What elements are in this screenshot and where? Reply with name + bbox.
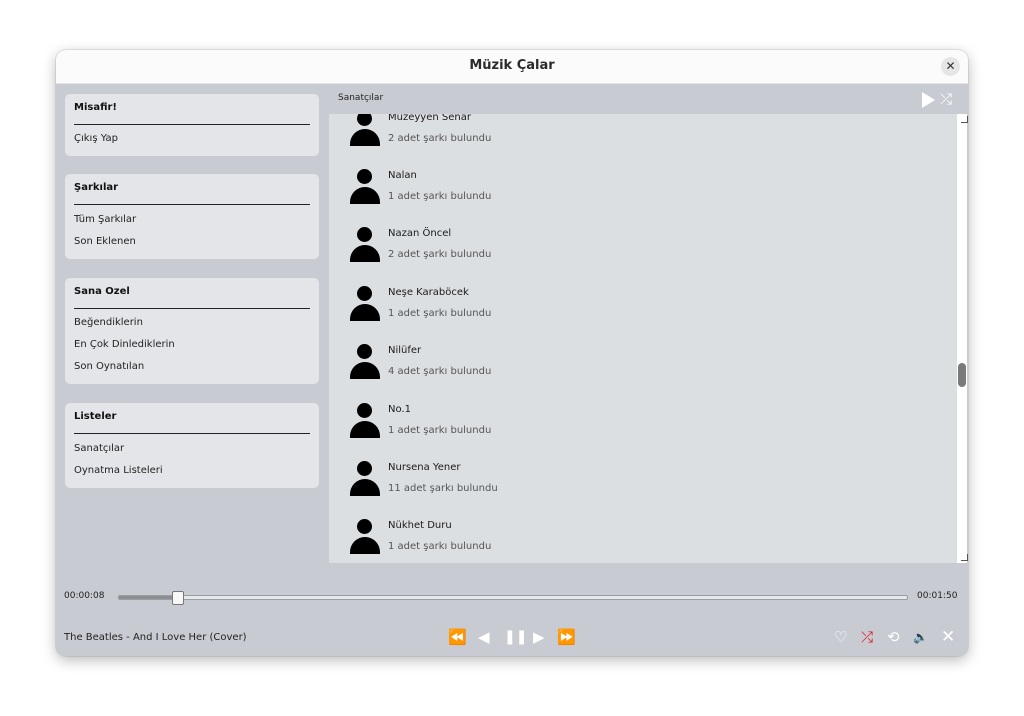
artist-name: Nükhet Duru: [388, 520, 452, 531]
volume-icon[interactable]: 🔈: [913, 628, 928, 646]
sidebar-panel-for-you: Sana Ozel Beğendiklerin En Çok Dinledikl…: [65, 278, 319, 384]
content-title: Sanatçılar: [338, 93, 384, 103]
person-icon: [349, 227, 381, 267]
sidebar-item-logout[interactable]: Çıkış Yap: [74, 133, 118, 144]
person-icon: [349, 114, 381, 151]
sidebar-item-artists[interactable]: Sanatçılar: [74, 443, 124, 454]
panel-title: Şarkılar: [74, 182, 119, 193]
scroll-up-icon: [961, 116, 968, 123]
person-icon: [349, 286, 381, 326]
close-player-icon[interactable]: ✕: [941, 628, 955, 646]
panel-title: Listeler: [74, 411, 117, 422]
artist-song-count: 2 adet şarkı bulundu: [388, 133, 492, 144]
artist-song-count: 1 adet şarkı bulundu: [388, 308, 492, 319]
artist-song-count: 4 adet şarkı bulundu: [388, 366, 492, 377]
fast-forward-icon[interactable]: ⏩: [557, 628, 576, 646]
sidebar-panel-songs: Şarkılar Tüm Şarkılar Son Eklenen: [65, 174, 319, 259]
sidebar-item-liked[interactable]: Beğendiklerin: [74, 317, 143, 328]
person-icon: [349, 169, 381, 209]
list-item[interactable]: Nursena Yener 11 adet şarkı bulundu: [329, 461, 957, 513]
artist-name: Neşe Karaböcek: [388, 287, 469, 298]
list-item[interactable]: Nazan Öncel 2 adet şarkı bulundu: [329, 227, 957, 279]
seek-handle[interactable]: [172, 591, 184, 605]
list-item[interactable]: No.1 1 adet şarkı bulundu: [329, 403, 957, 455]
artist-list[interactable]: Müzeyyen Senar 2 adet şarkı bulundu Nala…: [329, 114, 957, 563]
list-item[interactable]: Nalan 1 adet şarkı bulundu: [329, 169, 957, 221]
panel-title: Misafir!: [74, 102, 117, 113]
sidebar-item-most-played[interactable]: En Çok Dinlediklerin: [74, 339, 175, 350]
artist-name: Müzeyyen Senar: [388, 114, 471, 123]
artist-song-count: 1 adet şarkı bulundu: [388, 191, 492, 202]
rewind-icon[interactable]: ⏪: [448, 628, 467, 646]
sidebar-item-recently-added[interactable]: Son Eklenen: [74, 236, 136, 247]
artist-song-count: 2 adet şarkı bulundu: [388, 249, 492, 260]
list-item[interactable]: Nilüfer 4 adet şarkı bulundu: [329, 344, 957, 396]
seek-slider[interactable]: [118, 591, 908, 605]
pause-icon[interactable]: ❚❚: [504, 628, 527, 646]
scroll-down-icon: [961, 554, 968, 561]
artist-list-scrollbar[interactable]: [957, 114, 968, 563]
sidebar-item-playlists[interactable]: Oynatma Listeleri: [74, 465, 163, 476]
shuffle-icon[interactable]: ⤮: [861, 628, 873, 646]
artist-song-count: 1 adet şarkı bulundu: [388, 541, 492, 552]
list-item[interactable]: Nükhet Duru 1 adet şarkı bulundu: [329, 519, 957, 563]
artist-name: Nalan: [388, 170, 417, 181]
music-player-window: Müzik Çalar ✕ Misafir! Çıkış Yap Şarkıla…: [56, 50, 968, 656]
elapsed-time: 00:00:08: [64, 591, 105, 601]
artist-name: Nazan Öncel: [388, 228, 452, 239]
previous-icon[interactable]: ◀: [478, 628, 490, 646]
window-title: Müzik Çalar: [469, 58, 555, 73]
divider: [74, 204, 310, 205]
play-all-icon[interactable]: [922, 92, 935, 108]
person-icon: [349, 461, 381, 501]
sidebar-item-recently-played[interactable]: Son Oynatılan: [74, 361, 144, 372]
person-icon: [349, 403, 381, 443]
divider: [74, 433, 310, 434]
list-item[interactable]: Neşe Karaböcek 1 adet şarkı bulundu: [329, 286, 957, 338]
titlebar: Müzik Çalar ✕: [56, 50, 968, 84]
artist-name: Nilüfer: [388, 345, 422, 356]
repeat-icon[interactable]: ⟲: [887, 628, 900, 646]
sidebar-panel-user: Misafir! Çıkış Yap: [65, 94, 319, 156]
total-duration: 00:01:50: [917, 591, 958, 601]
sidebar-panel-lists: Listeler Sanatçılar Oynatma Listeleri: [65, 403, 319, 488]
artist-name: No.1: [388, 404, 411, 415]
scrollbar-thumb[interactable]: [958, 363, 966, 387]
sidebar-item-all-songs[interactable]: Tüm Şarkılar: [74, 214, 136, 225]
artist-song-count: 1 adet şarkı bulundu: [388, 425, 492, 436]
divider: [74, 124, 310, 125]
close-window-button[interactable]: ✕: [941, 57, 960, 76]
seek-fill: [119, 596, 177, 599]
shuffle-all-icon[interactable]: ⤮: [940, 90, 952, 108]
divider: [74, 308, 310, 309]
person-icon: [349, 344, 381, 384]
now-playing-title: The Beatles - And I Love Her (Cover): [64, 632, 247, 643]
next-icon[interactable]: ▶: [533, 628, 545, 646]
person-icon: [349, 519, 381, 559]
artist-name: Nursena Yener: [388, 462, 461, 473]
list-item[interactable]: Müzeyyen Senar 2 adet şarkı bulundu: [329, 114, 957, 163]
like-icon[interactable]: ♡: [834, 628, 847, 646]
panel-title: Sana Ozel: [74, 286, 130, 297]
artist-song-count: 11 adet şarkı bulundu: [388, 483, 498, 494]
